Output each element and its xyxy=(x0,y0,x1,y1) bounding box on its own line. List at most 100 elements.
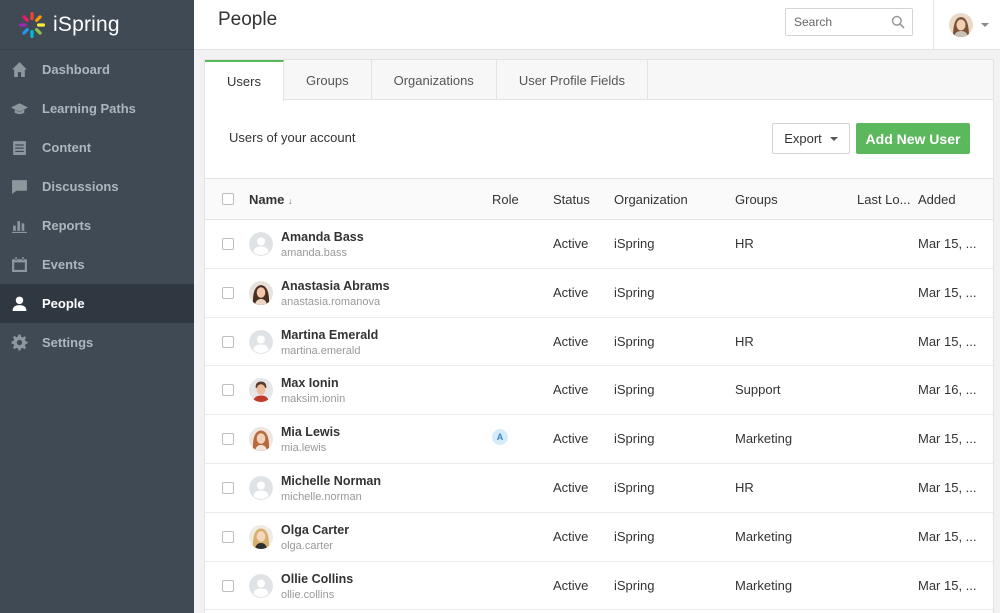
user-login: martina.emerald xyxy=(281,344,361,357)
gear-icon xyxy=(10,334,28,352)
user-name[interactable]: Ollie Collins xyxy=(281,572,353,586)
tab-groups[interactable]: Groups xyxy=(284,60,372,100)
ispring-logo-icon xyxy=(19,11,45,38)
column-status[interactable]: Status xyxy=(553,192,590,207)
user-name[interactable]: Michelle Norman xyxy=(281,474,381,488)
user-name[interactable]: Max Ionin xyxy=(281,376,339,390)
row-checkbox[interactable] xyxy=(222,335,234,348)
column-added[interactable]: Added xyxy=(918,192,956,207)
row-checkbox[interactable] xyxy=(222,530,234,543)
user-organization: iSpring xyxy=(614,577,655,593)
table-header: Name ↓ Role Status Organization Groups L… xyxy=(205,178,993,220)
column-organization[interactable]: Organization xyxy=(614,192,688,207)
chevron-down-icon xyxy=(981,23,989,27)
avatar xyxy=(249,280,273,305)
user-added: Mar 15, ... xyxy=(918,431,977,447)
column-role[interactable]: Role xyxy=(492,192,519,207)
user-added: Mar 15, ... xyxy=(918,577,977,593)
row-checkbox[interactable] xyxy=(222,384,234,397)
user-organization: iSpring xyxy=(614,284,655,300)
sidebar-item-content[interactable]: Content xyxy=(0,128,194,167)
column-name[interactable]: Name ↓ xyxy=(249,192,293,207)
calendar-icon xyxy=(10,256,28,274)
export-label: Export xyxy=(784,131,822,146)
page-title: People xyxy=(218,9,278,30)
sidebar-nav: Dashboard Learning Paths Content Discuss… xyxy=(0,50,194,362)
sidebar-item-discussions[interactable]: Discussions xyxy=(0,167,194,206)
user-groups: Marketing xyxy=(735,577,793,593)
user-groups: HR xyxy=(735,479,754,495)
table-row[interactable]: Max Ionin maksim.ionin Active iSpring Su… xyxy=(205,366,993,416)
table-row[interactable]: Michelle Norman michelle.norman Active i… xyxy=(205,464,993,513)
user-organization: iSpring xyxy=(614,528,655,544)
graduation-cap-icon xyxy=(10,100,28,118)
user-status: Active xyxy=(553,284,589,300)
section-subtitle: Users of your account xyxy=(229,130,356,145)
user-organization: iSpring xyxy=(614,333,655,349)
user-groups: Marketing xyxy=(735,528,793,544)
sidebar-item-label: Content xyxy=(42,140,92,155)
tab-organizations[interactable]: Organizations xyxy=(372,60,497,100)
row-checkbox[interactable] xyxy=(222,579,234,592)
user-groups: Marketing xyxy=(735,431,793,447)
sidebar-item-label: Learning Paths xyxy=(42,101,136,116)
row-checkbox[interactable] xyxy=(222,286,234,299)
export-button[interactable]: Export xyxy=(772,123,850,154)
add-new-user-button[interactable]: Add New User xyxy=(856,123,970,154)
tab-users[interactable]: Users xyxy=(205,60,284,101)
user-status: Active xyxy=(553,382,589,398)
avatar xyxy=(249,524,273,549)
user-status: Active xyxy=(553,333,589,349)
user-status: Active xyxy=(553,431,589,447)
sidebar-item-settings[interactable]: Settings xyxy=(0,323,194,362)
avatar xyxy=(249,427,273,452)
user-added: Mar 16, ... xyxy=(918,382,977,398)
user-name[interactable]: Anastasia Abrams xyxy=(281,279,390,293)
avatar[interactable] xyxy=(949,13,973,37)
user-status: Active xyxy=(553,236,589,251)
table-row[interactable]: Mia Lewis mia.lewis A Active iSpring Mar… xyxy=(205,415,993,464)
table-row[interactable]: Martina Emerald martina.emerald Active i… xyxy=(205,318,993,367)
user-added: Mar 15, ... xyxy=(918,479,977,495)
chat-icon xyxy=(10,178,28,196)
user-login: olga.carter xyxy=(281,539,333,552)
logo[interactable]: iSpring xyxy=(0,0,194,50)
row-checkbox[interactable] xyxy=(222,481,234,494)
user-name[interactable]: Martina Emerald xyxy=(281,328,378,342)
user-name[interactable]: Mia Lewis xyxy=(281,425,340,439)
sidebar-item-events[interactable]: Events xyxy=(0,245,194,284)
user-groups: HR xyxy=(735,236,754,251)
document-icon xyxy=(10,139,28,157)
table-row[interactable]: Anastasia Abrams anastasia.romanova Acti… xyxy=(205,269,993,318)
column-last-login[interactable]: Last Lo... xyxy=(857,192,910,207)
table-row[interactable]: Ollie Collins ollie.collins Active iSpri… xyxy=(205,562,993,611)
user-organization: iSpring xyxy=(614,431,655,447)
column-groups[interactable]: Groups xyxy=(735,192,778,207)
table-row[interactable]: Olga Carter olga.carter Active iSpring M… xyxy=(205,513,993,562)
sidebar-item-reports[interactable]: Reports xyxy=(0,206,194,245)
row-checkbox[interactable] xyxy=(222,433,234,446)
user-name[interactable]: Amanda Bass xyxy=(281,230,364,244)
avatar xyxy=(249,329,273,354)
sidebar-item-people[interactable]: People xyxy=(0,284,194,323)
role-badge: A xyxy=(492,429,508,446)
tab-user-profile-fields[interactable]: User Profile Fields xyxy=(497,60,649,100)
user-menu[interactable] xyxy=(933,0,1000,50)
users-table: Amanda Bass amanda.bass Active iSpring H… xyxy=(205,220,993,611)
table-row[interactable]: Amanda Bass amanda.bass Active iSpring H… xyxy=(205,220,993,269)
search-box[interactable] xyxy=(785,8,913,36)
user-name[interactable]: Olga Carter xyxy=(281,523,349,537)
user-added: Mar 15, ... xyxy=(918,236,977,251)
row-checkbox[interactable] xyxy=(222,238,234,250)
avatar xyxy=(249,573,273,598)
search-icon[interactable] xyxy=(891,15,905,29)
sidebar-item-dashboard[interactable]: Dashboard xyxy=(0,50,194,89)
search-input[interactable] xyxy=(794,15,884,29)
sidebar-item-learning-paths[interactable]: Learning Paths xyxy=(0,89,194,128)
user-added: Mar 15, ... xyxy=(918,333,977,349)
select-all-checkbox[interactable] xyxy=(222,193,234,205)
home-icon xyxy=(10,61,28,79)
user-added: Mar 15, ... xyxy=(918,528,977,544)
bar-chart-icon xyxy=(10,217,28,235)
top-bar: People xyxy=(194,0,1000,50)
